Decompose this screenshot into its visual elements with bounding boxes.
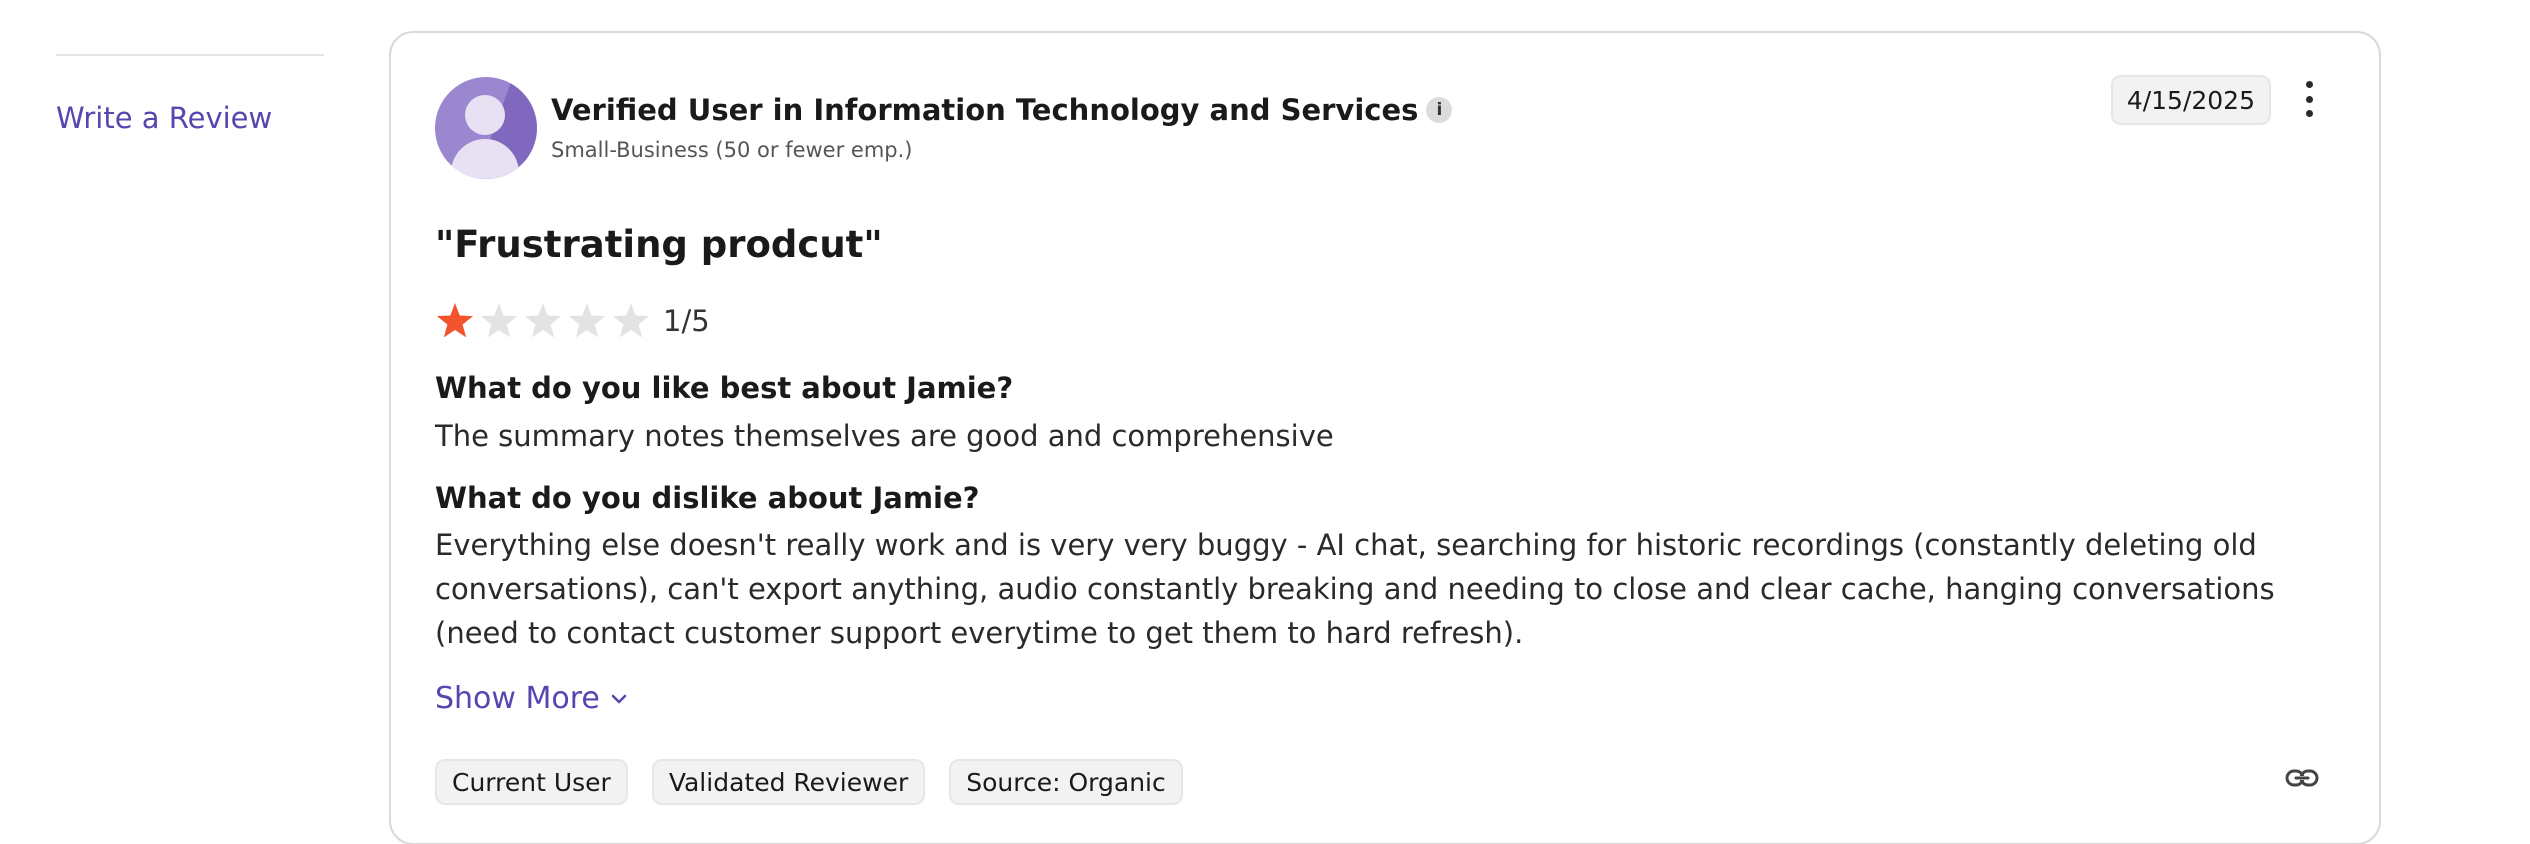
star-rating: 1/5 — [435, 301, 710, 341]
show-more-label: Show More — [435, 681, 600, 716]
star-empty-icon — [524, 303, 562, 338]
question-dislike: What do you dislike about Jamie? — [435, 481, 980, 515]
review-date: 4/15/2025 — [2110, 75, 2271, 125]
star-empty-icon — [480, 303, 518, 338]
company-size: Small-Business (50 or fewer emp.) — [551, 138, 913, 162]
info-icon[interactable]: i — [1426, 97, 1453, 123]
reviewer-name: Verified User in Information Technology … — [551, 93, 1419, 127]
page: Write a Review Verified User in Informat… — [0, 0, 2530, 844]
rating-text: 1/5 — [663, 304, 710, 338]
reviewer-header: Verified User in Information Technology … — [551, 93, 1453, 127]
star-empty-icon — [568, 303, 606, 338]
user-avatar-icon — [435, 77, 537, 179]
star-empty-icon — [612, 303, 650, 338]
tag-validated-reviewer: Validated Reviewer — [651, 759, 926, 805]
show-more-button[interactable]: Show More — [435, 681, 628, 716]
chevron-down-icon — [611, 694, 627, 703]
question-like-best: What do you like best about Jamie? — [435, 371, 1014, 405]
answer-dislike: Everything else doesn't really work and … — [435, 528, 2275, 650]
write-review-link[interactable]: Write a Review — [56, 101, 272, 135]
review-tags: Current User Validated Reviewer Source: … — [435, 759, 1207, 805]
star-filled-icon — [436, 303, 474, 338]
review-card: Verified User in Information Technology … — [389, 31, 2381, 844]
more-vertical-icon[interactable] — [2299, 81, 2319, 117]
tag-current-user: Current User — [435, 759, 628, 805]
answer-like-best: The summary notes themselves are good an… — [435, 419, 1334, 453]
tag-source: Source: Organic — [949, 759, 1183, 805]
link-icon[interactable] — [2285, 761, 2319, 795]
review-title: "Frustrating prodcut" — [435, 223, 883, 266]
sidebar-divider — [56, 54, 324, 56]
